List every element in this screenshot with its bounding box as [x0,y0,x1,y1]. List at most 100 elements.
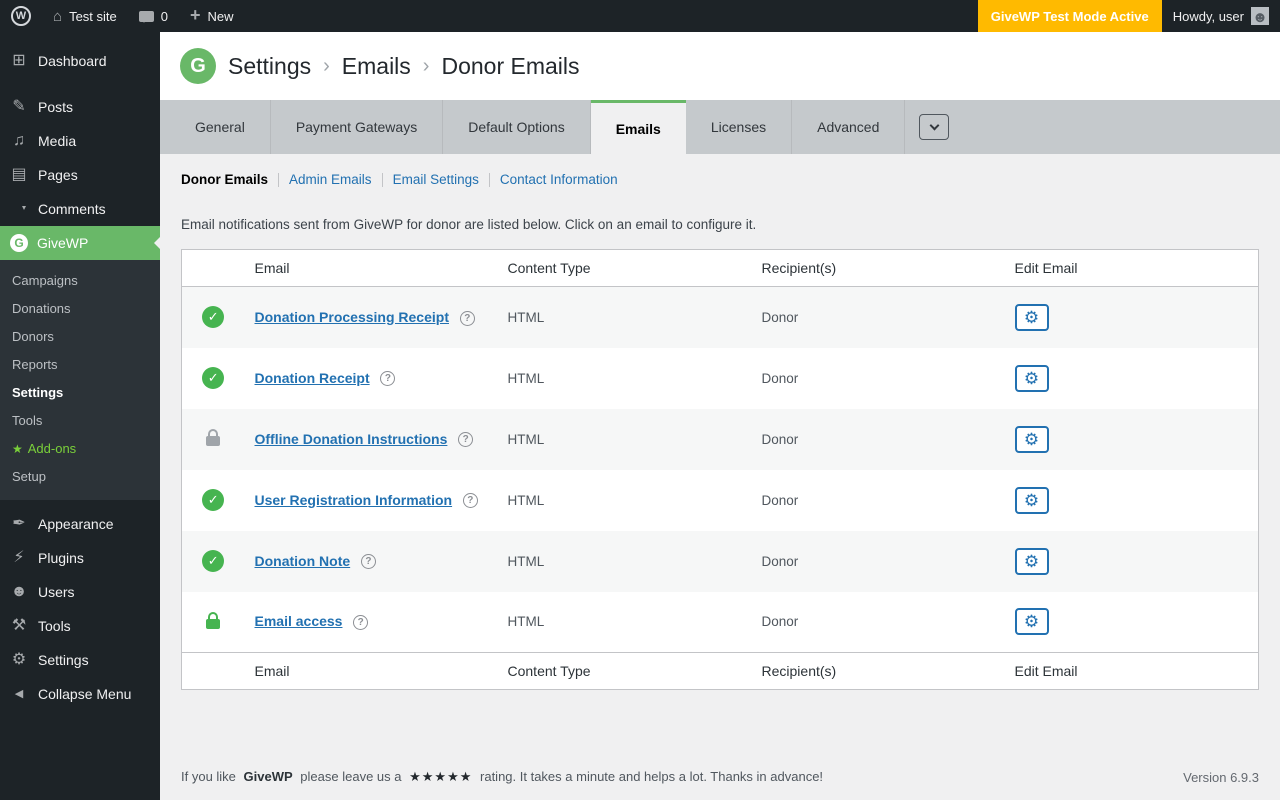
footer-rating-text: If you like GiveWP please leave us a ★★★… [181,769,823,785]
content-type-cell: HTML [498,348,752,409]
edit-email-button[interactable]: ⚙ [1015,548,1049,575]
sidebar-item-dashboard[interactable]: ⊞ Dashboard [0,44,160,78]
sidebar-item-label: GiveWP [37,235,88,251]
edit-email-button[interactable]: ⚙ [1015,487,1049,514]
admin-bar: W ⌂ Test site 0 + New GiveWP Test Mode A… [0,0,1280,32]
content-type-cell: HTML [498,287,752,348]
sidebar-item-tools[interactable]: ⚒ Tools [0,609,160,643]
tab-general[interactable]: General [170,100,271,154]
email-config-link[interactable]: Donation Processing Receipt [255,309,449,325]
wordpress-logo-menu[interactable]: W [0,0,42,32]
sidebar-item-plugins[interactable]: ⚡ Plugins [0,541,160,575]
sidebar-item-comments[interactable]: Comments [0,192,160,226]
sidebar-sub-item-campaigns[interactable]: Campaigns [0,267,160,295]
wordpress-admin-screen: W ⌂ Test site 0 + New GiveWP Test Mode A… [0,0,1280,800]
sidebar-item-label: Appearance [38,516,114,532]
edit-email-button[interactable]: ⚙ [1015,304,1049,331]
tab-advanced[interactable]: Advanced [792,100,905,154]
sidebar-item-users[interactable]: ☻ Users [0,575,160,609]
rating-text-suffix: rating. It takes a minute and helps a lo… [480,769,823,784]
sidebar-sub-item-setup[interactable]: Setup [0,463,160,491]
sidebar-sub-item-donations[interactable]: Donations [0,295,160,323]
my-account-menu[interactable]: Howdy, user ☻ [1162,0,1280,32]
tab-licenses[interactable]: Licenses [686,100,792,154]
settings-icon: ⚙ [9,652,29,668]
givewp-logo: G [180,48,216,84]
sidebar-item-media[interactable]: ♫ Media [0,124,160,158]
breadcrumb-emails[interactable]: Emails [342,53,411,80]
chevron-down-icon [929,120,939,130]
email-config-link[interactable]: Email access [255,613,343,629]
givewp-submenu: Campaigns Donations Donors Reports Setti… [0,260,160,500]
sidebar-item-givewp[interactable]: G GiveWP [0,226,160,260]
sidebar-sub-item-reports[interactable]: Reports [0,351,160,379]
subnav-email-settings[interactable]: Email Settings [382,173,489,187]
help-icon[interactable]: ? [380,371,395,386]
email-enabled-icon: ✓ [202,550,224,572]
help-icon[interactable]: ? [458,432,473,447]
gear-icon: ⚙ [1024,553,1039,570]
content-type-cell: HTML [498,592,752,653]
comments-menu[interactable]: 0 [128,0,179,32]
collapse-menu-button[interactable]: ◀ Collapse Menu [0,677,160,711]
subnav-donor-emails[interactable]: Donor Emails [181,173,278,187]
email-config-link[interactable]: Offline Donation Instructions [255,431,448,447]
email-enabled-icon: ✓ [202,367,224,389]
new-content-menu[interactable]: + New [179,0,245,32]
new-label: New [208,9,234,24]
email-locked-icon [206,436,220,446]
rating-stars-link[interactable]: ★★★★★ [409,769,472,784]
email-config-link[interactable]: User Registration Information [255,492,453,508]
sidebar-item-pages[interactable]: ▤ Pages [0,158,160,192]
dashboard-icon: ⊞ [9,53,29,69]
table-head: Email Content Type Recipient(s) Edit Ema… [182,250,1259,287]
sidebar-item-label: Plugins [38,550,84,566]
subnav-admin-emails[interactable]: Admin Emails [278,173,382,187]
breadcrumb-donor-emails: Donor Emails [441,53,579,80]
sidebar-sub-item-settings[interactable]: Settings [0,379,160,407]
help-icon[interactable]: ? [361,554,376,569]
site-name-menu[interactable]: ⌂ Test site [42,0,128,32]
page-description: Email notifications sent from GiveWP for… [181,217,1259,232]
sidebar-item-appearance[interactable]: ✒ Appearance [0,507,160,541]
sidebar-sub-item-tools[interactable]: Tools [0,407,160,435]
page-footer: If you like GiveWP please leave us a ★★★… [160,769,1280,800]
tab-payment-gateways[interactable]: Payment Gateways [271,100,443,154]
howdy-label: Howdy, user [1173,9,1244,24]
edit-email-button[interactable]: ⚙ [1015,426,1049,453]
email-config-link[interactable]: Donation Note [255,553,351,569]
avatar: ☻ [1251,7,1269,25]
breadcrumb-separator: › [423,55,430,78]
subnav-contact-information[interactable]: Contact Information [489,173,628,187]
givewp-icon: G [10,234,28,252]
gear-icon: ⚙ [1024,309,1039,326]
comments-bubble-icon [139,11,154,22]
comment-count: 0 [161,9,168,24]
content-type-cell: HTML [498,409,752,470]
sidebar-item-label: Posts [38,99,73,115]
help-icon[interactable]: ? [460,311,475,326]
sidebar-sub-item-addons[interactable]: ★ Add-ons [0,435,160,463]
sidebar-item-posts[interactable]: ✎ Posts [0,90,160,124]
help-icon[interactable]: ? [463,493,478,508]
edit-email-button[interactable]: ⚙ [1015,365,1049,392]
table-foot: Email Content Type Recipient(s) Edit Ema… [182,653,1259,690]
email-config-link[interactable]: Donation Receipt [255,370,370,386]
menu-separator [0,78,160,90]
content-type-cell: HTML [498,531,752,592]
tabs-overflow-button[interactable] [919,114,949,140]
sidebar-sub-item-donors[interactable]: Donors [0,323,160,351]
test-mode-badge[interactable]: GiveWP Test Mode Active [978,0,1162,32]
settings-tab-bar: General Payment Gateways Default Options… [160,100,1280,154]
breadcrumb-settings[interactable]: Settings [228,53,311,80]
email-row: Email access ? HTML Donor ⚙ [182,592,1259,653]
wordpress-logo-icon: W [11,6,31,26]
sidebar-item-settings[interactable]: ⚙ Settings [0,643,160,677]
help-icon[interactable]: ? [353,615,368,630]
content-type-cell: HTML [498,470,752,531]
email-subnav: Donor Emails Admin Emails Email Settings… [181,154,1259,187]
tab-emails[interactable]: Emails [591,100,686,154]
tab-default-options[interactable]: Default Options [443,100,591,154]
edit-email-button[interactable]: ⚙ [1015,608,1049,635]
email-row: ✓ Donation Receipt ? HTML Donor ⚙ [182,348,1259,409]
